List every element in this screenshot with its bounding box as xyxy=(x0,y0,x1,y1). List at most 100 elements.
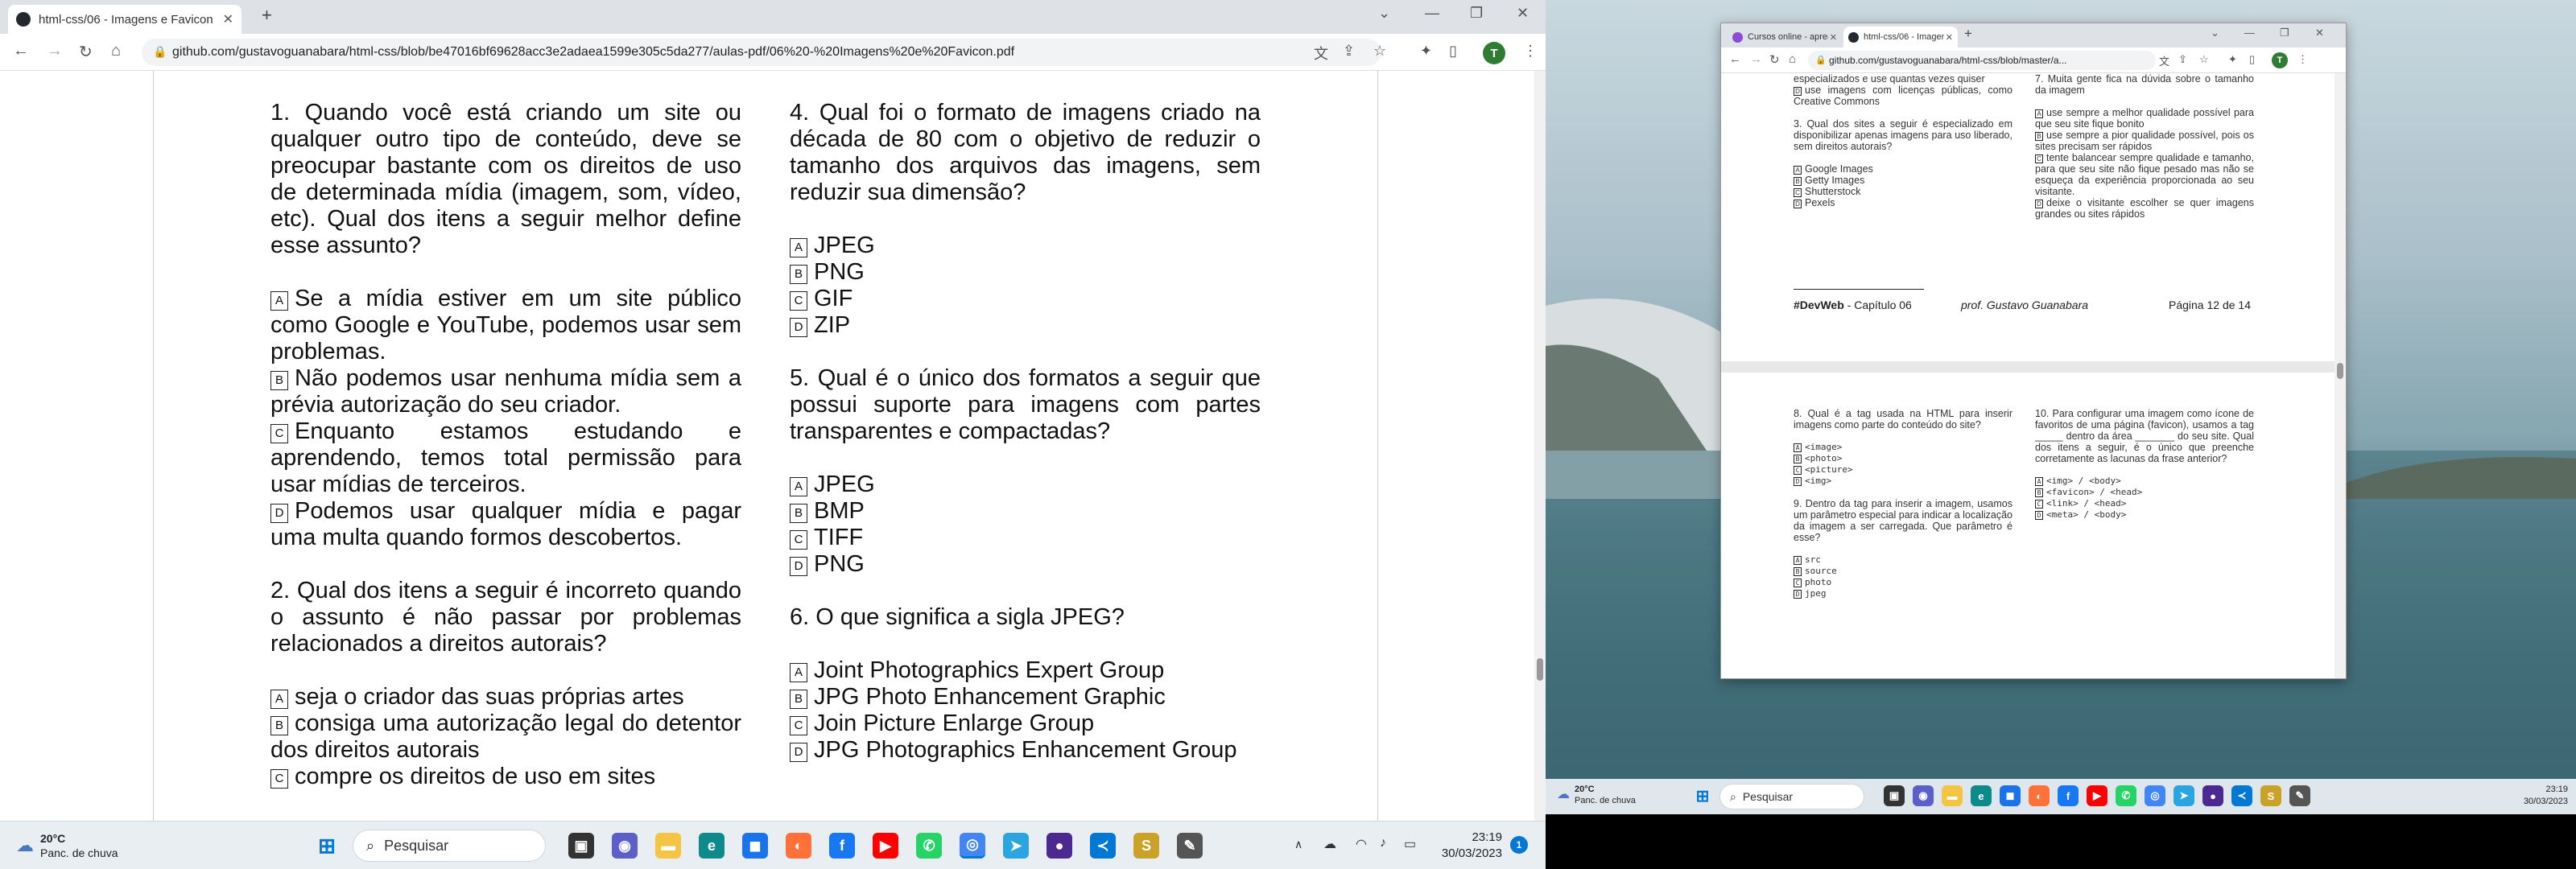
task-view-icon[interactable]: ▣ xyxy=(568,833,594,859)
tray-chevron-icon[interactable]: ∧ xyxy=(1294,838,1302,851)
close-tab-icon[interactable]: ✕ xyxy=(1830,32,1837,43)
home-icon[interactable]: ⌂ xyxy=(1789,52,1796,66)
telegram-icon[interactable]: ➤ xyxy=(1003,833,1029,859)
tab-search-icon[interactable]: ⌄ xyxy=(2211,27,2219,39)
letter-box-b: B xyxy=(270,716,288,735)
task-view-icon[interactable]: ▣ xyxy=(1884,785,1905,806)
menu-kebab-icon[interactable]: ⋮ xyxy=(2297,53,2308,66)
facebook-icon[interactable]: f xyxy=(2058,785,2079,806)
back-icon[interactable]: ← xyxy=(1729,52,1741,66)
share-icon[interactable]: ⇪ xyxy=(2178,53,2187,66)
scrollbar-thumb[interactable] xyxy=(2337,363,2343,379)
volume-icon[interactable]: ♪ xyxy=(1380,836,1386,850)
reload-icon[interactable]: ↻ xyxy=(1769,52,1780,67)
sidepanel-icon[interactable]: ▯ xyxy=(2249,53,2255,66)
option-text: use sempre a melhor qualidade possível p… xyxy=(2035,107,2254,130)
new-tab-icon[interactable]: + xyxy=(262,5,272,26)
vscode-icon[interactable]: ≺ xyxy=(1090,833,1116,859)
translate-icon[interactable]: 文 xyxy=(1314,43,1328,64)
address-bar[interactable]: 🔒 github.com/gustavoguanabara/html-css/b… xyxy=(1808,51,2156,70)
home-icon[interactable]: ⌂ xyxy=(111,42,121,60)
whatsapp-icon[interactable]: ✆ xyxy=(916,833,942,859)
file-explorer-icon[interactable]: ▬ xyxy=(1942,785,1963,806)
restore-icon[interactable]: ❐ xyxy=(1470,5,1483,22)
onedrive-icon[interactable]: ☁ xyxy=(1323,836,1336,852)
taskbar-search[interactable]: ⌕ Pesquisar xyxy=(353,830,546,862)
inkscape-icon[interactable]: ✎ xyxy=(2289,785,2310,806)
edge-icon[interactable]: e xyxy=(699,833,724,859)
tab-cursos-online[interactable]: Cursos online - aprenda o que q ✕ xyxy=(1728,27,1842,47)
tab-github-pdf[interactable]: html-css/06 - Imagens e Favicon ✕ xyxy=(1843,27,1958,47)
wifi-icon[interactable]: ◠ xyxy=(1356,836,1367,852)
sublime-icon[interactable]: S xyxy=(1133,833,1159,859)
translate-icon[interactable]: 文 xyxy=(2159,53,2169,68)
file-explorer-icon[interactable]: ▬ xyxy=(655,833,681,859)
clock[interactable]: 23:19 30/03/2023 xyxy=(2512,784,2568,808)
letter-box-c: C xyxy=(2035,500,2043,509)
reload-icon[interactable]: ↻ xyxy=(79,42,93,62)
close-window-icon[interactable]: ✕ xyxy=(1517,5,1529,22)
vscode-icon[interactable]: ≺ xyxy=(2231,785,2252,806)
pdf-scrollbar[interactable] xyxy=(1534,71,1546,821)
firefox-icon[interactable]: ◐ xyxy=(2029,785,2050,806)
forward-icon[interactable]: → xyxy=(47,42,63,60)
weather-widget[interactable]: ☁ 20°C Panc. de chuva xyxy=(1557,784,1636,806)
restore-icon[interactable]: ❐ xyxy=(2280,27,2289,39)
store-icon[interactable]: ◼ xyxy=(2000,785,2021,806)
profile-avatar[interactable]: T xyxy=(1483,42,1505,64)
back-icon[interactable]: ← xyxy=(13,42,29,60)
clock[interactable]: 23:19 30/03/2023 xyxy=(1438,830,1502,862)
firefox-icon[interactable]: ◐ xyxy=(786,833,811,859)
teams-chat-icon[interactable]: ◉ xyxy=(1913,785,1934,806)
inkscape-icon[interactable]: ✎ xyxy=(1177,833,1203,859)
letter-box-c: C xyxy=(2035,154,2043,163)
weather-widget[interactable]: ☁ 20°C Panc. de chuva xyxy=(16,831,118,860)
telegram-icon[interactable]: ➤ xyxy=(2174,785,2194,806)
obs-icon[interactable]: ● xyxy=(2202,785,2223,806)
whatsapp-icon[interactable]: ✆ xyxy=(2116,785,2136,806)
sidepanel-icon[interactable]: ▯ xyxy=(1449,43,1457,60)
close-tab-icon[interactable]: ✕ xyxy=(1946,32,1953,43)
tab-search-icon[interactable]: ⌄ xyxy=(1378,5,1390,22)
tab-github-pdf[interactable]: html-css/06 - Imagens e Favicon ✕ xyxy=(8,5,242,34)
sublime-icon[interactable]: S xyxy=(2260,785,2281,806)
notification-badge[interactable]: 1 xyxy=(1510,836,1528,854)
share-icon[interactable]: ⇪ xyxy=(1343,43,1355,60)
option-text: BMP xyxy=(814,498,865,524)
extensions-icon[interactable]: ✦ xyxy=(2228,53,2237,66)
teams-chat-icon[interactable]: ◉ xyxy=(612,833,638,859)
pdf-scrollbar[interactable] xyxy=(2334,73,2346,678)
scrollbar-thumb[interactable] xyxy=(1537,658,1543,681)
address-bar[interactable]: 🔒 github.com/gustavoguanabara/html-css/b… xyxy=(142,39,1381,66)
option-c: Ccompre os direitos de uso em sites xyxy=(270,764,741,790)
obs-icon[interactable]: ● xyxy=(1046,833,1072,859)
battery-icon[interactable]: ▭ xyxy=(1404,836,1416,852)
option-b: B JPG Photo Enhancement Graphic xyxy=(790,684,1261,710)
profile-avatar[interactable]: T xyxy=(2272,52,2288,68)
minimize-icon[interactable]: — xyxy=(2244,27,2255,39)
youtube-icon[interactable]: ▶ xyxy=(2087,785,2107,806)
letter-box-a: A xyxy=(1794,443,1802,452)
edge-icon[interactable]: e xyxy=(1971,785,1992,806)
close-tab-icon[interactable]: ✕ xyxy=(223,11,233,27)
option-text: seja o criador das suas próprias artes xyxy=(295,684,684,710)
extensions-icon[interactable]: ✦ xyxy=(1420,43,1432,60)
letter-box-d: D xyxy=(790,743,807,762)
chrome-icon[interactable]: ◎ xyxy=(960,833,985,859)
taskbar-search[interactable]: ⌕ Pesquisar xyxy=(1719,784,1864,809)
left-monitor: html-css/06 - Imagens e Favicon ✕ + ⌄ — … xyxy=(0,0,1546,869)
store-icon[interactable]: ◼ xyxy=(742,833,768,859)
start-windows-icon[interactable]: ⊞ xyxy=(314,833,340,859)
bookmark-star-icon[interactable]: ☆ xyxy=(1373,43,1386,60)
facebook-icon[interactable]: f xyxy=(829,833,855,859)
youtube-icon[interactable]: ▶ xyxy=(873,833,898,859)
address-text: github.com/gustavoguanabara/html-css/blo… xyxy=(1829,55,2067,66)
menu-kebab-icon[interactable]: ⋮ xyxy=(1523,43,1538,60)
minimize-icon[interactable]: — xyxy=(1425,5,1439,22)
bookmark-star-icon[interactable]: ☆ xyxy=(2199,53,2209,66)
start-windows-icon[interactable]: ⊞ xyxy=(1692,785,1713,806)
forward-icon[interactable]: → xyxy=(1750,52,1762,66)
chrome-icon[interactable]: ◎ xyxy=(2145,785,2165,806)
new-tab-icon[interactable]: + xyxy=(1964,26,1972,42)
close-window-icon[interactable]: ✕ xyxy=(2315,27,2324,39)
